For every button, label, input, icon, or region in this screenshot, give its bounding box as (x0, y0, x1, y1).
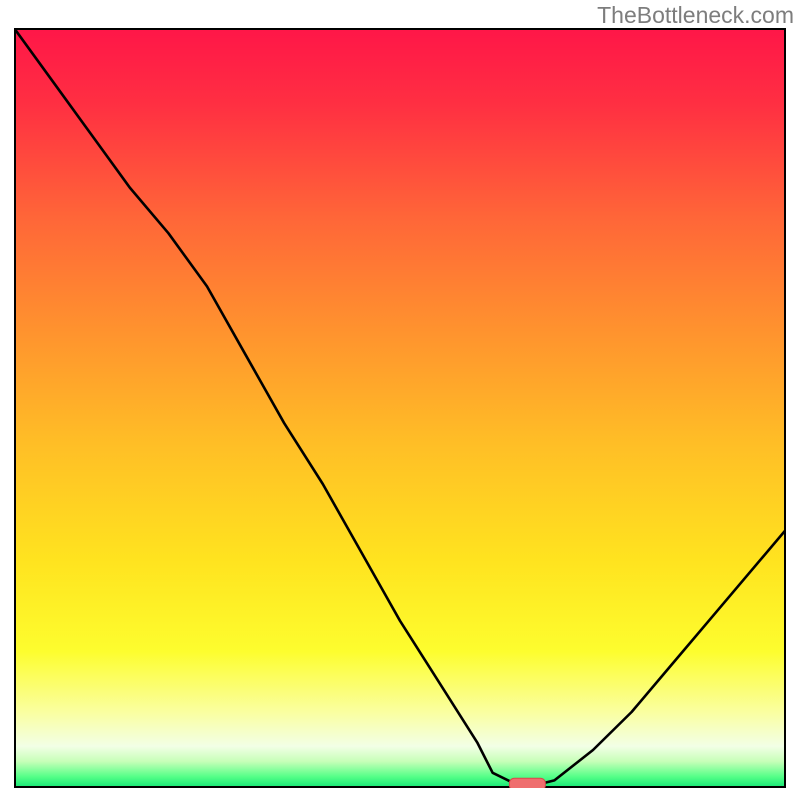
minimum-marker (509, 778, 545, 788)
watermark-text: TheBottleneck.com (597, 2, 794, 29)
plot-area (14, 28, 786, 788)
gradient-background (14, 28, 786, 788)
chart-container: TheBottleneck.com (0, 0, 800, 800)
bottleneck-curve-chart (14, 28, 786, 788)
